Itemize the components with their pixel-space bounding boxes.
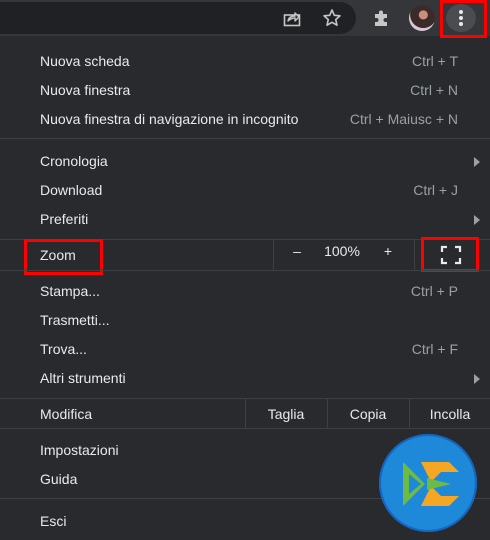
share-icon[interactable] xyxy=(278,4,306,32)
paste-label: Incolla xyxy=(429,406,471,422)
menu-item-label: Impostazioni xyxy=(40,442,119,458)
zoom-value: 100% xyxy=(324,243,360,259)
paste-button[interactable]: Incolla xyxy=(410,406,490,422)
puzzle-icon[interactable] xyxy=(367,4,395,32)
menu-item-cast[interactable]: Trasmetti... xyxy=(0,306,490,335)
zoom-level: 100% xyxy=(318,243,366,259)
menu-item-label: Nuova scheda xyxy=(40,53,130,69)
menu-separator xyxy=(0,428,490,429)
cut-button[interactable]: Taglia xyxy=(246,406,326,422)
submenu-arrow-icon xyxy=(474,215,480,225)
zoom-in-button[interactable]: + xyxy=(377,243,399,259)
zoom-out-button[interactable]: – xyxy=(286,243,308,259)
menu-item-history[interactable]: Cronologia xyxy=(0,147,490,176)
menu-item-new-window[interactable]: Nuova finestra Ctrl + N xyxy=(0,76,490,105)
menu-item-label: Stampa... xyxy=(40,283,100,299)
menu-item-shortcut: Ctrl + Maiusc + N xyxy=(349,111,458,127)
menu-item-shortcut: Ctrl + J xyxy=(413,182,458,198)
zoom-in-label: + xyxy=(383,243,393,259)
menu-item-label: Nuova finestra xyxy=(40,82,131,98)
star-icon[interactable] xyxy=(318,4,346,32)
menu-item-bookmarks[interactable]: Preferiti xyxy=(0,205,490,234)
menu-button-highlight xyxy=(440,0,487,38)
browser-toolbar xyxy=(0,0,490,36)
menu-item-new-incognito-window[interactable]: Nuova finestra di navigazione in incogni… xyxy=(0,105,490,134)
channel-logo-icon xyxy=(379,434,477,532)
zoom-divider xyxy=(414,240,415,270)
menu-item-more-tools[interactable]: Altri strumenti xyxy=(0,364,490,393)
fullscreen-highlight xyxy=(421,237,479,272)
profile-avatar[interactable] xyxy=(409,5,435,31)
menu-item-find[interactable]: Trova... Ctrl + F xyxy=(0,335,490,364)
cut-label: Taglia xyxy=(267,406,305,422)
copy-label: Copia xyxy=(349,406,387,422)
menu-separator xyxy=(0,138,490,139)
menu-item-label: Cronologia xyxy=(40,153,108,169)
menu-item-downloads[interactable]: Download Ctrl + J xyxy=(0,176,490,205)
menu-item-label: Nuova finestra di navigazione in incogni… xyxy=(40,111,299,127)
menu-item-new-tab[interactable]: Nuova scheda Ctrl + T xyxy=(0,47,490,76)
menu-item-shortcut: Ctrl + P xyxy=(410,283,458,299)
menu-separator xyxy=(0,270,490,271)
menu-item-shortcut: Ctrl + T xyxy=(411,53,458,69)
edit-label: Modifica xyxy=(40,406,93,422)
submenu-arrow-icon xyxy=(474,374,480,384)
zoom-out-label: – xyxy=(293,243,301,259)
zoom-divider xyxy=(273,240,274,270)
menu-item-label: Guida xyxy=(40,471,78,487)
copy-button[interactable]: Copia xyxy=(328,406,408,422)
menu-item-label: Preferiti xyxy=(40,211,89,227)
menu-item-shortcut: Ctrl + F xyxy=(411,341,458,357)
menu-item-label: Esci xyxy=(40,513,67,529)
menu-item-label: Altri strumenti xyxy=(40,370,126,386)
submenu-arrow-icon xyxy=(474,157,480,167)
menu-item-label: Download xyxy=(40,182,103,198)
menu-item-print[interactable]: Stampa... Ctrl + P xyxy=(0,277,490,306)
menu-item-shortcut: Ctrl + N xyxy=(410,82,458,98)
menu-item-label: Trova... xyxy=(40,341,87,357)
menu-item-label: Trasmetti... xyxy=(40,312,110,328)
